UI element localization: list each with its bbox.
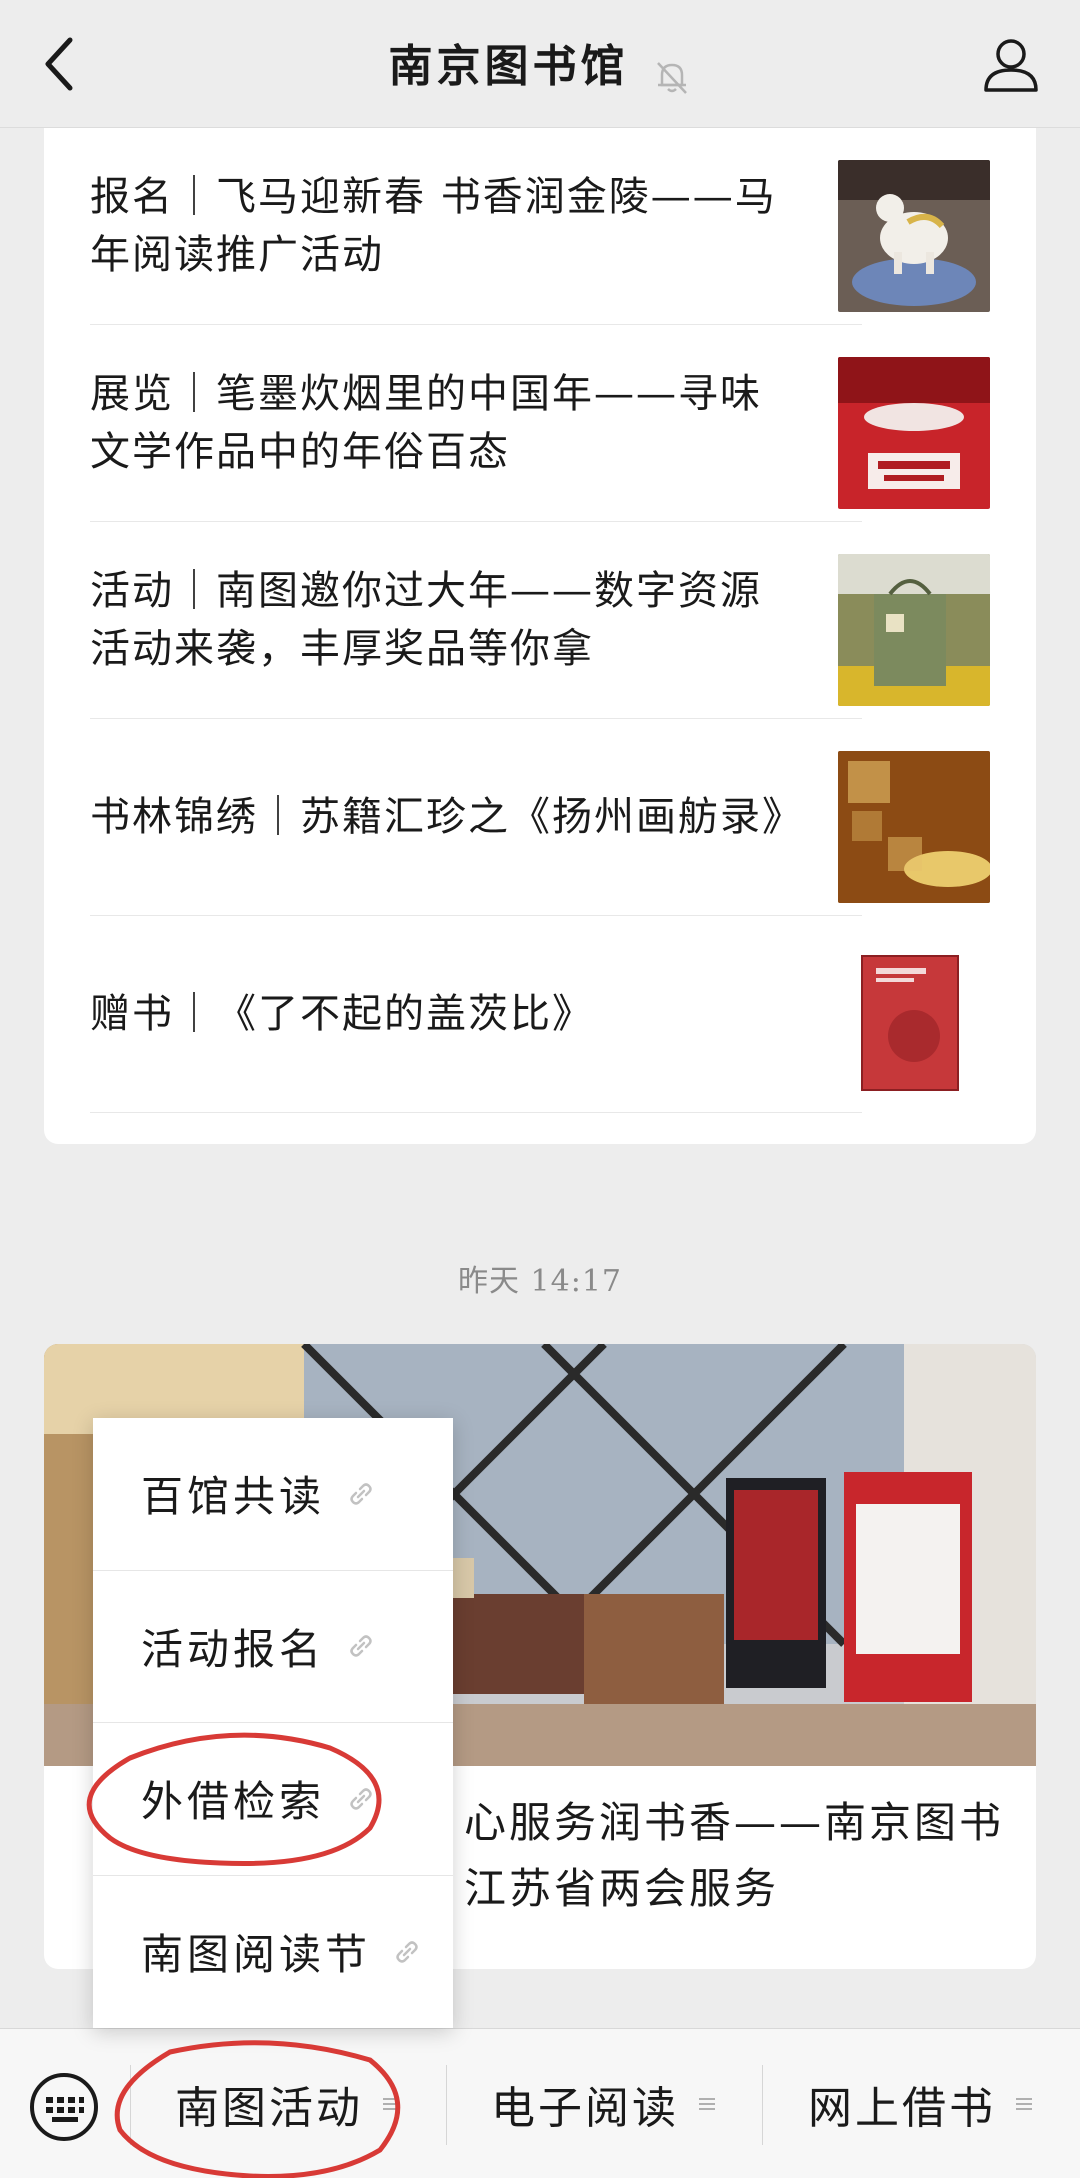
link-icon <box>396 1941 418 1963</box>
article-list-card: 报名｜飞马迎新春 书香润金陵——马年阅读推广活动 展览｜笔墨炊烟里的中国年——寻… <box>44 128 1036 1144</box>
submenu-item[interactable]: 南图阅读节 <box>93 1876 453 2029</box>
article-row[interactable]: 活动｜南图邀你过大年——数字资源活动来袭，丰厚奖品等你拿 <box>90 522 862 719</box>
article-title: 展览｜笔墨炊烟里的中国年——寻味文学作品中的年俗百态 <box>90 371 762 475</box>
top-bar: 南京图书馆 <box>0 0 1080 128</box>
menu-tab-label: 南图活动 <box>175 2083 363 2134</box>
menu-tab-label: 电子阅读 <box>491 2083 679 2134</box>
menu-tab-label: 网上借书 <box>808 2083 996 2134</box>
submenu-item-label: 活动报名 <box>141 1624 326 1674</box>
article-thumbnail <box>838 751 990 903</box>
submenu-item[interactable]: 百馆共读 <box>93 1418 453 1571</box>
bottom-menu-bar: 南图活动 电子阅读 网上借书 <box>0 2028 1080 2178</box>
link-icon <box>350 1483 372 1505</box>
submenu-item[interactable]: 外借检索 <box>93 1723 453 1876</box>
article-thumbnail <box>838 948 990 1100</box>
submenu-item-label: 外借检索 <box>141 1777 326 1827</box>
submenu-lines-icon <box>383 2098 399 2110</box>
article-row[interactable]: 报名｜飞马迎新春 书香润金陵——马年阅读推广活动 <box>90 128 862 325</box>
profile-icon[interactable] <box>982 34 1040 92</box>
article-thumbnail <box>838 160 990 312</box>
menu-tab[interactable]: 网上借书 <box>762 2029 1080 2178</box>
menu-tab[interactable]: 南图活动 <box>130 2029 446 2178</box>
submenu-item[interactable]: 活动报名 <box>93 1571 453 1723</box>
article-title: 报名｜飞马迎新春 书香润金陵——马年阅读推广活动 <box>90 174 777 278</box>
mute-bell-icon <box>656 61 687 94</box>
page-title: 南京图书馆 <box>388 41 629 92</box>
article-title: 活动｜南图邀你过大年——数字资源活动来袭，丰厚奖品等你拿 <box>90 568 762 672</box>
article-title: 书林锦绣｜苏籍汇珍之《扬州画舫录》 <box>90 794 804 840</box>
keyboard-icon[interactable] <box>28 2071 100 2143</box>
article-row[interactable]: 赠书｜《了不起的盖茨比》 <box>90 916 862 1113</box>
submenu-item-label: 百馆共读 <box>141 1472 326 1522</box>
article-row[interactable]: 展览｜笔墨炊烟里的中国年——寻味文学作品中的年俗百态 <box>90 325 862 522</box>
link-icon <box>350 1788 372 1810</box>
submenu-item-label: 南图阅读节 <box>141 1930 372 1980</box>
link-icon <box>350 1635 372 1657</box>
title-wrap: 南京图书馆 <box>0 30 1080 97</box>
submenu-popup: 百馆共读 活动报名 外借检索 南图阅读节 <box>93 1418 453 2028</box>
article-thumbnail <box>838 554 990 706</box>
submenu-lines-icon <box>1016 2098 1032 2110</box>
article-thumbnail <box>838 357 990 509</box>
article-row[interactable]: 书林锦绣｜苏籍汇珍之《扬州画舫录》 <box>90 719 862 916</box>
message-timestamp: 昨天 14:17 <box>458 1264 622 1299</box>
article-title: 赠书｜《了不起的盖茨比》 <box>90 991 594 1037</box>
submenu-lines-icon <box>699 2098 715 2110</box>
menu-tab[interactable]: 电子阅读 <box>446 2029 762 2178</box>
